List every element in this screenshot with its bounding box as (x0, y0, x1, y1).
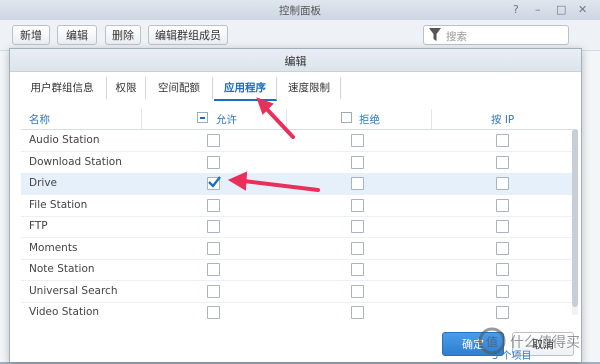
annotation-arrows (227, 97, 320, 192)
svg-text:值: 值 (486, 334, 498, 349)
arrow-to-applications-tab (256, 97, 295, 139)
watermark-icon: 值 什么值得买 (478, 327, 580, 355)
svg-text:什么值得买: 什么值得买 (510, 334, 580, 351)
watermark-logo: 值 什么值得买 (470, 321, 598, 361)
arrow-to-drive-checkbox (227, 171, 320, 192)
